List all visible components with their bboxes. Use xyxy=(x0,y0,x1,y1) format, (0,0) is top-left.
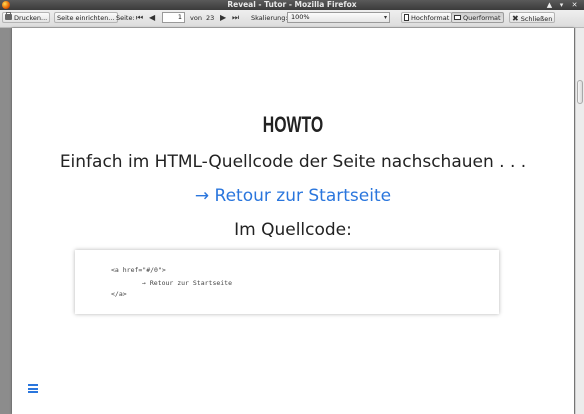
code-line-1: <a href="#/0"> xyxy=(111,266,166,274)
hamburger-menu-icon[interactable] xyxy=(28,384,38,393)
code-block: <a href="#/0"> → Retour zur Startseite <… xyxy=(75,250,499,314)
code-line-2: → Retour zur Startseite xyxy=(142,279,233,287)
close-icon: ✖ xyxy=(512,14,519,23)
close-preview-label: Schließen xyxy=(520,15,553,23)
page-setup-label: Seite einrichten... xyxy=(57,14,115,22)
page-total: 23 xyxy=(206,14,215,22)
page-sheet: HOWTO Einfach im HTML-Quellcode der Seit… xyxy=(12,28,574,414)
firefox-print-preview-window: Reveal - Tutor - Mozilla Firefox ▲ ▾ ✕ D… xyxy=(0,0,584,414)
page-label: Seite: xyxy=(116,14,135,22)
slide-heading: HOWTO xyxy=(262,112,324,137)
previous-page-icon[interactable]: ◀ xyxy=(149,11,155,25)
page-of-label: von xyxy=(190,14,202,22)
preview-viewport: HOWTO Einfach im HTML-Quellcode der Seit… xyxy=(0,28,584,414)
window-close-button[interactable]: ✕ xyxy=(570,0,579,10)
portrait-button[interactable]: Hochformat xyxy=(401,12,453,23)
window-shade-button[interactable]: ▲ xyxy=(545,0,554,10)
window-title: Reveal - Tutor - Mozilla Firefox xyxy=(227,0,357,9)
scale-value: 100% xyxy=(291,13,310,21)
title-bar: Reveal - Tutor - Mozilla Firefox ▲ ▾ ✕ xyxy=(0,0,584,10)
printer-icon xyxy=(5,12,12,20)
code-line-3: </a> xyxy=(111,290,127,298)
chevron-down-icon: ▾ xyxy=(383,14,387,21)
landscape-label: Querformat xyxy=(463,14,501,22)
window-minimize-button[interactable]: ▾ xyxy=(557,0,566,10)
portrait-label: Hochformat xyxy=(411,14,450,22)
first-page-icon[interactable]: ⏮ xyxy=(136,11,143,25)
print-button[interactable]: Drucken... xyxy=(2,12,51,23)
menu-bar-2 xyxy=(28,387,38,390)
menu-bar-1 xyxy=(28,384,38,386)
landscape-button[interactable]: Querformat xyxy=(451,12,504,23)
print-preview-toolbar: Drucken... Seite einrichten... Seite: ⏮ … xyxy=(0,10,584,28)
vertical-scrollbar[interactable] xyxy=(575,28,584,414)
close-preview-button[interactable]: ✖ Schließen xyxy=(509,12,556,23)
page-number-input[interactable]: 1 xyxy=(162,12,185,23)
back-to-start-link[interactable]: → Retour zur Startseite xyxy=(12,186,574,206)
slide-text: Einfach im HTML-Quellcode der Seite nach… xyxy=(59,152,527,172)
scale-label: Skalierung: xyxy=(251,14,288,22)
last-page-icon[interactable]: ⏭ xyxy=(232,11,239,25)
slide-subheading: Im Quellcode: xyxy=(234,220,352,240)
scale-select[interactable]: 100% ▾ xyxy=(287,12,390,23)
menu-bar-3 xyxy=(28,391,38,393)
page-setup-button[interactable]: Seite einrichten... xyxy=(54,12,118,23)
portrait-icon xyxy=(404,13,409,21)
next-page-icon[interactable]: ▶ xyxy=(220,11,226,25)
landscape-icon xyxy=(454,14,461,20)
print-button-label: Drucken... xyxy=(14,14,48,22)
scrollbar-thumb[interactable] xyxy=(577,80,583,104)
